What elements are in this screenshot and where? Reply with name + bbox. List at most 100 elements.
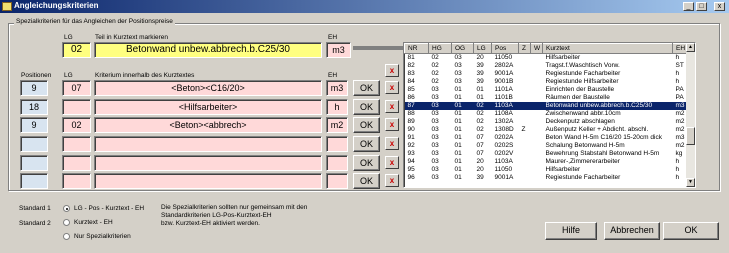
criteria-lg-field[interactable] [62,99,91,115]
criteria-ok-button[interactable]: OK [353,99,380,115]
positionen-field[interactable]: 18 [20,99,48,115]
criteria-x-button[interactable]: x [385,118,399,131]
list-cell: 93 [407,150,415,157]
criteria-x-button[interactable]: x [385,81,399,94]
list-row[interactable]: 91 03 01 07 0202A Beton Wand H-5m C16/20 15-2… [405,134,689,142]
criteria-eh-field[interactable]: h [326,99,348,115]
ok-button[interactable]: OK [663,222,719,240]
scroll-down-icon[interactable]: ▼ [686,178,695,187]
criteria-lg-field[interactable]: 02 [62,117,91,133]
list-cell [519,142,531,150]
criteria-x-button[interactable]: x [385,156,399,169]
list-row[interactable]: 95 03 01 20 11050 Hilfsarbeiter h [405,166,689,174]
list-cell: 96 [407,174,415,181]
list-cell [531,78,543,86]
option-lg-pos-kurztext-eh[interactable]: LG - Pos - Kurztext - EH [74,205,144,212]
header-eh-field[interactable]: m3 [326,42,351,58]
list-row[interactable]: 82 02 03 39 2802A Tragst.f.Waschtisch Vorw. ST [405,62,689,70]
criteria-eh-field[interactable] [326,173,348,189]
criteria-eh-field[interactable] [326,155,348,171]
list-cell: 07 [476,150,484,157]
list-row[interactable]: 84 02 03 39 9001B Regiestunde Hilfsarbeiter h [405,78,689,86]
list-cell [531,158,543,166]
positionen-field[interactable] [20,136,48,152]
criteria-x-button[interactable]: x [385,137,399,150]
list-scrollbar[interactable]: ▲ ▼ [686,43,695,187]
positionen-field[interactable]: 9 [20,117,48,133]
list-row[interactable]: 86 03 01 01 1101B Räumen der Baustelle PA [405,94,689,102]
help-button[interactable]: Hilfe [545,222,597,240]
positionen-field[interactable] [20,155,48,171]
radio-nur-spezialkriterien[interactable] [63,233,70,240]
list-row[interactable]: 85 03 01 01 1101A Einrichten der Baustelle PA [405,86,689,94]
maximize-button[interactable]: □ [696,2,707,11]
list-row[interactable]: 93 03 01 07 0202V Bewehrung Stabstahl Betonwa… [405,150,689,158]
positionen-field[interactable]: 9 [20,80,48,96]
criteria-x-button[interactable]: x [385,174,399,187]
list-cell: 02 [431,62,439,69]
list-cell: 03 [431,110,439,117]
list-column-header[interactable]: OG [451,43,474,54]
criteria-ok-button[interactable]: OK [353,136,380,152]
criteria-lg-field[interactable] [62,173,91,189]
list-column-header[interactable]: HG [428,43,452,54]
kriterium-field[interactable]: <Beton><abbrech> [94,117,322,133]
list-cell: 84 [407,78,415,85]
criteria-x-button[interactable]: x [385,100,399,113]
kriterium-field[interactable]: <Beton><C16/20> [94,80,322,96]
criteria-ok-button[interactable]: OK [353,155,380,171]
scroll-thumb[interactable] [686,127,695,145]
criteria-ok-button[interactable]: OK [353,80,380,96]
option-kurztext-eh[interactable]: Kurztext - EH [74,219,113,226]
list-cell [531,174,543,182]
list-row[interactable]: 88 03 01 02 1108A Zwischenwand abbr.10cm m2 [405,110,689,118]
kriterium-field[interactable]: <Hilfsarbeiter> [94,99,322,115]
option-nur-spezialkriterien[interactable]: Nur Spezialkriterien [74,233,131,240]
list-cell: 07 [476,142,484,149]
list-row[interactable]: 96 03 01 39 9001A Regiestunde Facharbeiter h [405,174,689,182]
scroll-up-icon[interactable]: ▲ [686,43,695,52]
radio-lg-pos-kurztext-eh[interactable] [63,205,70,212]
list-column-header[interactable]: NR [404,43,429,54]
list-row[interactable]: 87 03 01 02 1103A Betonwand unbew.abbrech.b.C… [404,102,689,110]
kriterium-field[interactable] [94,136,322,152]
criteria-eh-field[interactable] [326,136,348,152]
app-icon [2,2,12,11]
list-column-header[interactable]: LG [473,43,492,54]
kriterium-field[interactable] [94,155,322,171]
close-button[interactable]: x [714,2,725,11]
list-row[interactable]: 83 02 03 39 9001A Regiestunde Facharbeiter h [405,70,689,78]
kriterium-field[interactable] [94,173,322,189]
criteria-lg-field[interactable]: 07 [62,80,91,96]
radio-kurztext-eh[interactable] [63,219,70,226]
criteria-lg-field[interactable] [62,155,91,171]
list-column-header[interactable]: Z [518,43,531,54]
list-cell: 2802A [494,62,514,69]
positionen-field[interactable] [20,173,48,189]
list-cell: 02 [431,70,439,77]
list-row[interactable]: 81 02 03 20 11050 Hilfsarbeiter h [405,54,689,63]
list-column-header[interactable]: Pos [491,43,519,54]
list-column-header[interactable]: Kurztext [542,43,673,54]
criteria-eh-field[interactable]: m2 [326,117,348,133]
list-row[interactable]: 94 03 01 20 1103A Maurer-,Zimmererarbeiter h [405,158,689,166]
position-list[interactable]: NR HG OG LG Pos Z W Kurztext EH 81 02 03 20 11050 Hil… [403,42,696,188]
list-row[interactable]: 90 03 01 02 1308D Z Außenputz Keller + Abdicht… [405,126,689,134]
criteria-eh-field[interactable]: m3 [326,80,348,96]
header-lg-field[interactable]: 02 [62,42,91,58]
minimize-button[interactable]: _ [683,2,694,11]
list-cell: Bewehrung Stabstahl Betonwand H-5m [545,150,660,157]
list-cell [519,134,531,142]
list-row[interactable]: 89 03 01 02 1302A Deckenputz abschlagen m2 [405,118,689,126]
list-column-header[interactable]: W [530,43,543,54]
title-bar[interactable]: Angleichungskriterien _ □ x [0,0,729,13]
header-x-button[interactable]: x [385,64,399,77]
list-row[interactable]: 92 03 01 07 0202S Schalung Betonwand H-5m m2 [405,142,689,150]
criteria-lg-field[interactable] [62,136,91,152]
list-cell: 85 [407,86,415,93]
criteria-ok-button[interactable]: OK [353,117,380,133]
teil-kurztext-field[interactable]: Betonwand unbew.abbrech.b.C25/30 [94,42,322,58]
list-cell [519,94,531,102]
cancel-button[interactable]: Abbrechen [604,222,660,240]
criteria-ok-button[interactable]: OK [353,173,380,189]
